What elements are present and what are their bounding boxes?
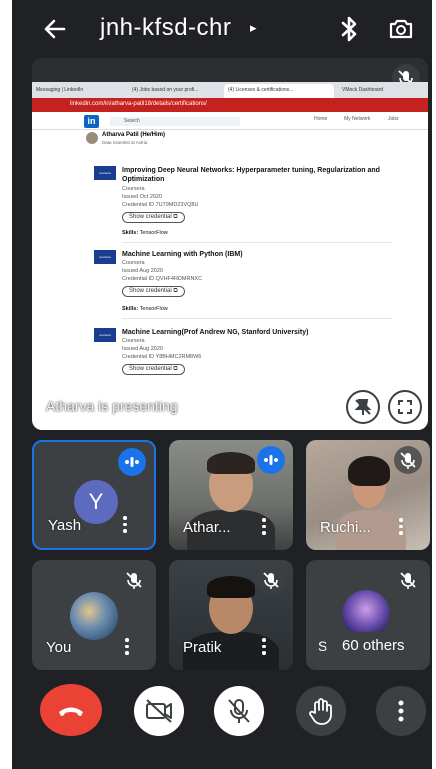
linkedin-header: in Search Home My Network Jobs: [32, 112, 428, 130]
skills-value: TensorFlow: [139, 306, 168, 312]
cert-issuer: Coursera: [122, 338, 145, 344]
camera-off-button[interactable]: [134, 686, 184, 736]
participant-name: Athar...: [183, 519, 231, 536]
more-options-button[interactable]: [376, 686, 426, 736]
speaking-indicator-icon: [257, 446, 285, 474]
nav-jobs: Jobs: [388, 116, 399, 122]
meeting-code[interactable]: jnh-kfsd-chr: [100, 14, 231, 42]
cert-issued: Issued Aug 2020: [122, 268, 163, 274]
switch-camera-icon[interactable]: [386, 14, 416, 44]
skills-label: Skills:: [122, 230, 139, 236]
cert-credential-id: Credential ID 7U79MD23VQ8U: [122, 202, 199, 208]
cert-skills: Skills: TensorFlow: [122, 230, 168, 236]
shared-screen: Messaging | LinkedIn (4) Jobs based on y…: [32, 82, 428, 430]
browser-tab: Messaging | LinkedIn: [36, 87, 84, 93]
profile-role: Data Scientist at Axtria: [102, 140, 148, 145]
more-options-icon[interactable]: [124, 638, 130, 656]
participant-name: You: [46, 639, 72, 656]
more-options-icon[interactable]: [398, 518, 404, 536]
show-credential-button: Show credential ⧉: [122, 286, 185, 297]
cert-credential-id: Credential ID QVHF4RDMRNXC: [122, 276, 203, 282]
address-bar: linkedin.com/in/atharva-patil18/details/…: [32, 98, 428, 112]
participant-name: Pratik: [183, 639, 222, 656]
presentation-tile[interactable]: Messaging | LinkedIn (4) Jobs based on y…: [32, 58, 428, 430]
top-bar: jnh-kfsd-chr ▸: [12, 0, 432, 58]
avatar: [342, 590, 390, 638]
more-options-icon[interactable]: [261, 638, 267, 656]
video-hair: [348, 456, 390, 486]
participant-name: Yash: [48, 517, 82, 534]
presenting-label: Atharva is presenting: [46, 398, 178, 414]
divider: [122, 242, 392, 243]
video-hair: [207, 452, 255, 474]
participant-name: Ruchi...: [320, 519, 371, 536]
bluetooth-icon[interactable]: [336, 14, 362, 44]
browser-tab: (4) Jobs based on your profi...: [132, 87, 199, 93]
participant-tile-pratik[interactable]: Pratik: [169, 560, 293, 670]
participant-tile-ruchi[interactable]: Ruchi...: [306, 440, 430, 550]
profile-name: Atharva Patil (He/Him): [102, 132, 166, 138]
mic-off-icon: [394, 446, 422, 474]
linkedin-logo-icon: in: [84, 115, 99, 128]
cert-title: Machine Learning with Python (IBM): [122, 251, 243, 258]
browser-tab-strip: Messaging | LinkedIn (4) Jobs based on y…: [32, 82, 428, 98]
cert-issuer: Coursera: [122, 186, 145, 192]
show-credential-button: Show credential ⧉: [122, 212, 185, 223]
cert-issued: Issued Oct 2020: [122, 194, 163, 200]
skills-value: TensorFlow: [139, 230, 168, 236]
participant-tile-you[interactable]: You: [32, 560, 156, 670]
nav-network: My Network: [344, 116, 371, 122]
cert-title: Improving Deep Neural Networks: Hyperpar…: [122, 167, 380, 183]
url-text: linkedin.com/in/atharva-patil18/details/…: [70, 101, 207, 107]
meeting-info-caret-icon[interactable]: ▸: [250, 20, 257, 36]
raise-hand-button[interactable]: [296, 686, 346, 736]
show-credential-button: Show credential ⧉: [122, 364, 185, 375]
mic-off-icon: [257, 566, 285, 594]
cert-credential-id: Credential ID Y8BHMC2RM8W6: [122, 354, 202, 360]
participant-tile-atharva[interactable]: Athar...: [169, 440, 293, 550]
mic-off-icon: [120, 566, 148, 594]
skills-label: Skills:: [122, 306, 139, 312]
profile-avatar: [86, 132, 98, 144]
meet-screen: jnh-kfsd-chr ▸ Messaging | LinkedIn (4) …: [12, 0, 432, 769]
more-options-icon[interactable]: [122, 516, 128, 534]
browser-tab-active: (4) Licenses & certifications...: [224, 84, 334, 98]
back-arrow-icon[interactable]: [40, 14, 70, 44]
fullscreen-button[interactable]: [388, 390, 422, 424]
others-count-badge[interactable]: 60 others: [326, 632, 421, 660]
speaking-indicator-icon: [118, 448, 146, 476]
avatar: [70, 592, 118, 640]
more-options-icon[interactable]: [261, 518, 267, 536]
participant-tile-yash[interactable]: Y Yash: [32, 440, 156, 550]
cert-issued: Issued Aug 2020: [122, 346, 163, 352]
divider: [122, 318, 392, 319]
coursera-logo: coursera: [94, 166, 116, 180]
coursera-logo: coursera: [94, 328, 116, 342]
nav-home: Home: [314, 116, 328, 122]
cert-skills: Skills: TensorFlow: [122, 306, 168, 312]
call-controls: [12, 680, 432, 750]
mic-off-button[interactable]: [214, 686, 264, 736]
cert-title: Machine Learning(Prof Andrew NG, Stanfor…: [122, 329, 309, 336]
cert-issuer: Coursera: [122, 260, 145, 266]
linkedin-search: Search: [110, 117, 240, 126]
mic-off-icon: [394, 566, 422, 594]
browser-tab: VMock Dashboard: [342, 87, 384, 93]
coursera-logo: coursera: [94, 250, 116, 264]
unpin-button[interactable]: [346, 390, 380, 424]
video-hair: [207, 576, 255, 598]
participant-tile-others[interactable]: S 60 others: [306, 560, 430, 670]
end-call-button[interactable]: [40, 684, 102, 736]
